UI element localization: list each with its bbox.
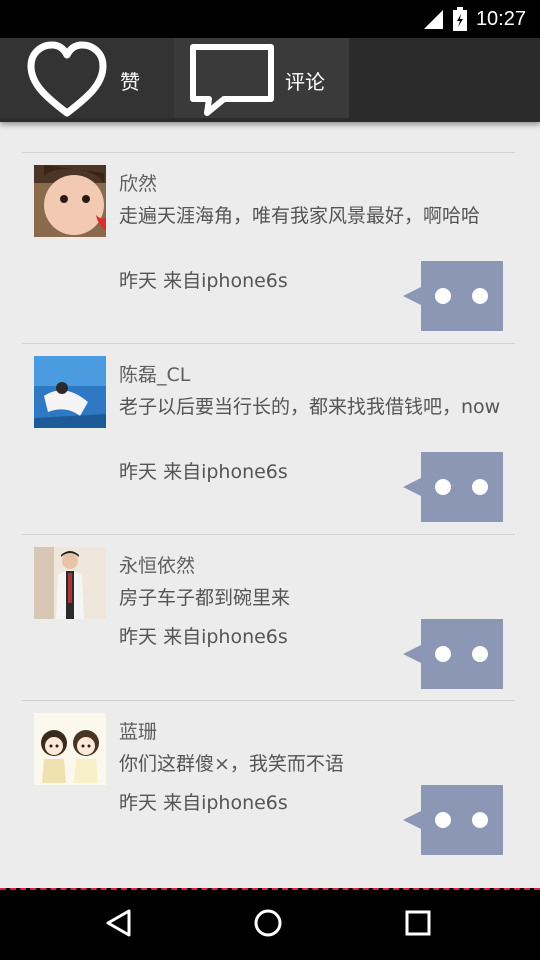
comment-text: 老子以后要当行长的，都来找我借钱吧，now (119, 396, 501, 418)
avatar[interactable] (34, 547, 106, 619)
avatar[interactable] (34, 713, 106, 785)
comment-text: 房子车子都到碗里来 (119, 587, 291, 609)
comment-item[interactable]: 永恒依然 房子车子都到碗里来 昨天 来自iphone6s (22, 534, 515, 700)
battery-icon (452, 7, 467, 31)
comment-item[interactable]: 蓝珊 你们这群傻×，我笑而不语 昨天 来自iphone6s (22, 700, 515, 871)
back-icon[interactable] (104, 908, 134, 938)
status-bar: 10:27 (0, 0, 540, 38)
home-icon[interactable] (253, 908, 283, 938)
clock: 10:27 (475, 7, 526, 30)
comment-source: 来自iphone6s (163, 461, 288, 483)
reply-button[interactable] (403, 785, 503, 855)
reply-button[interactable] (403, 261, 503, 331)
comment-text: 你们这群傻×，我笑而不语 (119, 753, 344, 775)
comment-meta: 昨天 来自iphone6s (119, 622, 288, 649)
avatar-photo-icon (34, 547, 106, 619)
recents-icon[interactable] (404, 908, 432, 938)
tab-like-label: 赞 (120, 70, 140, 94)
comment-time: 昨天 (119, 626, 158, 648)
avatar-photo-icon (34, 713, 106, 785)
comment-source: 来自iphone6s (163, 626, 288, 648)
tab-like[interactable]: 赞 (0, 38, 174, 118)
heart-icon (27, 41, 107, 117)
comment-source: 来自iphone6s (163, 792, 288, 814)
comment-meta: 昨天 来自iphone6s (119, 788, 288, 815)
comment-time: 昨天 (119, 270, 158, 292)
avatar[interactable] (34, 165, 106, 237)
comment-bubble-icon (190, 44, 274, 116)
status-icons: 10:27 (422, 7, 526, 31)
avatar-photo-icon (34, 165, 106, 237)
avatar[interactable] (34, 356, 106, 428)
commenter-name[interactable]: 陈磊_CL (119, 360, 190, 387)
tab-comment-label: 评论 (285, 70, 325, 94)
commenter-name[interactable]: 蓝珊 (119, 717, 157, 744)
comment-time: 昨天 (119, 461, 158, 483)
toolbar: 赞 评论 (0, 38, 540, 122)
avatar-photo-icon (34, 356, 106, 428)
navigation-bar (0, 888, 540, 960)
tab-comment[interactable]: 评论 (174, 38, 349, 118)
comment-time: 昨天 (119, 792, 158, 814)
comment-text: 走遍天涯海角，唯有我家风景最好，啊哈哈 (119, 205, 481, 227)
comment-source: 来自iphone6s (163, 270, 288, 292)
comment-list: 欣然 走遍天涯海角，唯有我家风景最好，啊哈哈 昨天 来自iphone6s 陈磊_… (22, 152, 515, 871)
commenter-name[interactable]: 永恒依然 (119, 551, 195, 578)
signal-icon (423, 10, 443, 29)
comment-item[interactable]: 欣然 走遍天涯海角，唯有我家风景最好，啊哈哈 昨天 来自iphone6s (22, 152, 515, 343)
comment-item[interactable]: 陈磊_CL 老子以后要当行长的，都来找我借钱吧，now 昨天 来自iphone6… (22, 343, 515, 534)
commenter-name[interactable]: 欣然 (119, 169, 157, 196)
comment-meta: 昨天 来自iphone6s (119, 266, 288, 293)
reply-button[interactable] (403, 619, 503, 689)
reply-button[interactable] (403, 452, 503, 522)
comment-meta: 昨天 来自iphone6s (119, 457, 288, 484)
